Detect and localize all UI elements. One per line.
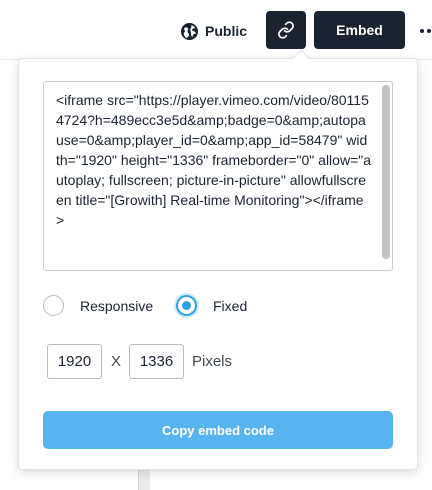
globe-icon [180, 22, 199, 40]
dot [420, 29, 424, 33]
copy-embed-code-button[interactable]: Copy embed code [43, 411, 393, 449]
width-input[interactable] [47, 344, 102, 379]
responsive-radio-option[interactable]: Responsive [43, 295, 153, 316]
public-label: Public [205, 23, 248, 39]
copy-link-button[interactable] [266, 11, 306, 49]
embed-code-text: <iframe src="https://player.vimeo.com/vi… [56, 92, 371, 228]
public-visibility-button[interactable]: Public [180, 18, 247, 44]
more-dots-icon[interactable] [420, 18, 432, 44]
size-mode-radio-group: Responsive Fixed [43, 295, 393, 319]
dot [427, 29, 431, 33]
responsive-radio[interactable] [43, 295, 64, 316]
link-icon [278, 21, 294, 39]
code-scrollbar[interactable] [382, 85, 390, 259]
responsive-label: Responsive [80, 297, 154, 314]
fixed-radio-option[interactable]: Fixed [176, 295, 247, 316]
size-separator: X [111, 353, 122, 370]
height-input[interactable] [129, 344, 184, 379]
embed-button[interactable]: Embed [314, 11, 405, 49]
fixed-size-row: X Pixels [47, 344, 397, 380]
fixed-label: Fixed [213, 297, 248, 314]
embed-popover: <iframe src="https://player.vimeo.com/vi… [18, 49, 418, 470]
top-bar: Public Embed [0, 0, 432, 60]
size-unit-label: Pixels [192, 353, 233, 370]
background-scroll-strip [138, 470, 150, 490]
fixed-radio-dot [182, 301, 191, 310]
embed-code-textarea[interactable]: <iframe src="https://player.vimeo.com/vi… [43, 81, 393, 271]
fixed-radio[interactable] [176, 295, 197, 316]
